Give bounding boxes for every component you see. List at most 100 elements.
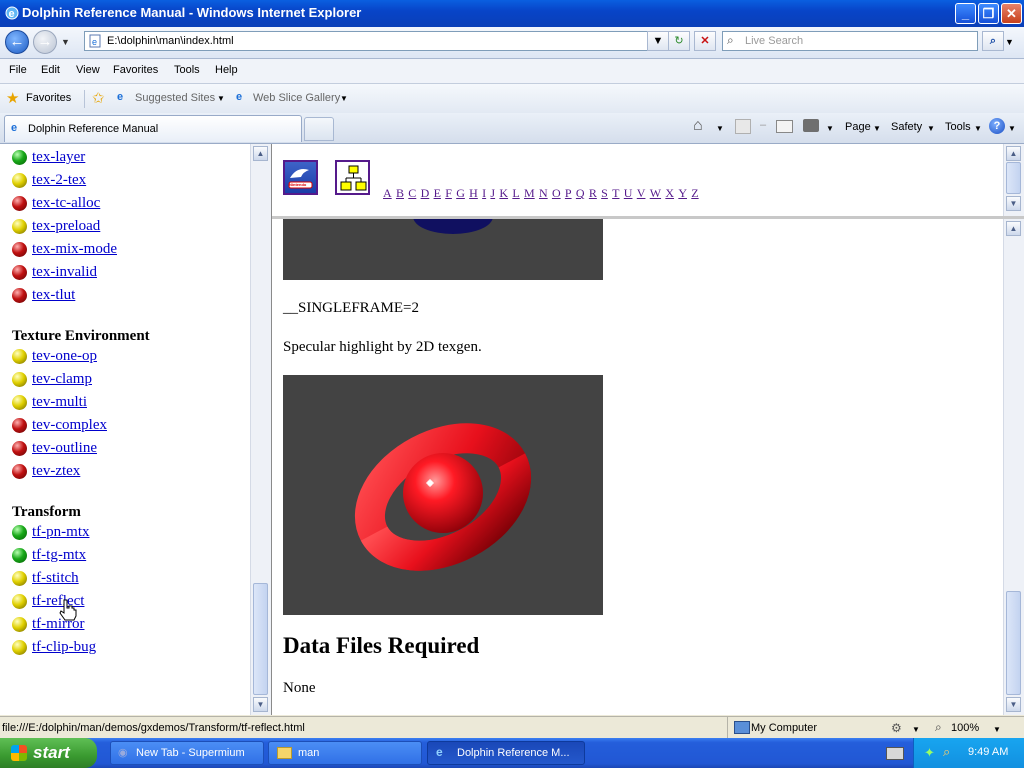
alphabet-link-h[interactable]: H xyxy=(469,186,478,200)
nav-link-tev-one-op[interactable]: tev-one-op xyxy=(32,348,97,365)
search-box[interactable]: ⌕ Live Search xyxy=(722,31,978,51)
nav-link-tex-2-tex[interactable]: tex-2-tex xyxy=(32,172,86,189)
nav-link-tex-tlut[interactable]: tex-tlut xyxy=(32,287,75,304)
taskbar-item-dolphin[interactable]: e Dolphin Reference M... xyxy=(427,741,585,765)
alphabet-link-z[interactable]: Z xyxy=(691,186,698,200)
scroll-up-button[interactable]: ▲ xyxy=(253,146,268,161)
menu-view[interactable]: View xyxy=(76,64,100,76)
alphabet-link-c[interactable]: C xyxy=(408,186,416,200)
alphabet-link-p[interactable]: P xyxy=(565,186,572,200)
alphabet-link-l[interactable]: L xyxy=(512,186,519,200)
add-favorite-icon[interactable]: ✩ xyxy=(92,89,105,107)
alphabet-link-q[interactable]: Q xyxy=(576,186,585,200)
suggested-sites-link[interactable]: Suggested Sites xyxy=(135,92,215,104)
chevron-down-icon[interactable]: ▼ xyxy=(826,124,834,133)
alphabet-link-r[interactable]: R xyxy=(589,186,597,200)
zoom-level[interactable]: 100% xyxy=(951,722,979,734)
clock[interactable]: 9:49 AM xyxy=(968,746,1008,758)
dolphin-logo-link[interactable]: Nintendo xyxy=(283,160,318,195)
alphabet-link-u[interactable]: U xyxy=(624,186,633,200)
nav-link-tex-preload[interactable]: tex-preload xyxy=(32,218,100,235)
menu-edit[interactable]: Edit xyxy=(41,64,60,76)
alphabet-link-m[interactable]: M xyxy=(524,186,535,200)
alphabet-link-o[interactable]: O xyxy=(552,186,561,200)
alphabet-link-t[interactable]: T xyxy=(612,186,619,200)
back-button[interactable]: ← xyxy=(5,30,29,54)
taskbar-item-supermium[interactable]: ◉ New Tab - Supermium xyxy=(110,741,264,765)
chevron-down-icon[interactable]: ▼ xyxy=(927,124,935,133)
print-icon[interactable] xyxy=(803,119,819,132)
left-frame-scrollbar[interactable]: ▲ ▼ xyxy=(250,144,271,715)
alphabet-link-w[interactable]: W xyxy=(650,186,661,200)
alphabet-link-y[interactable]: Y xyxy=(678,186,687,200)
chevron-down-icon[interactable]: ▼ xyxy=(340,94,348,103)
scroll-down-button[interactable]: ▼ xyxy=(1006,196,1021,211)
stop-button[interactable]: ✕ xyxy=(694,31,716,51)
home-icon[interactable]: ⌂ xyxy=(693,117,703,135)
scroll-thumb[interactable] xyxy=(1006,162,1021,194)
alphabet-link-a[interactable]: A xyxy=(383,186,392,200)
nav-link-tex-tc-alloc[interactable]: tex-tc-alloc xyxy=(32,195,100,212)
chevron-down-icon[interactable]: ▼ xyxy=(1008,124,1016,133)
nav-link-tf-tg-mtx[interactable]: tf-tg-mtx xyxy=(32,547,86,564)
new-tab-button[interactable] xyxy=(304,117,334,141)
alphabet-link-f[interactable]: F xyxy=(445,186,452,200)
scroll-up-button[interactable]: ▲ xyxy=(1006,221,1021,236)
refresh-button[interactable]: ↻ xyxy=(668,31,690,51)
nav-link-tf-pn-mtx[interactable]: tf-pn-mtx xyxy=(32,524,90,541)
chevron-down-icon[interactable]: ▼ xyxy=(873,124,881,133)
search-options-dropdown[interactable]: ▼ xyxy=(1005,37,1014,47)
scroll-thumb[interactable] xyxy=(253,583,268,695)
alphabet-link-j[interactable]: J xyxy=(490,186,495,200)
safety-menu-button[interactable]: Safety xyxy=(891,121,922,133)
network-icon[interactable]: ✦ xyxy=(924,745,935,761)
alphabet-link-s[interactable]: S xyxy=(601,186,608,200)
alphabet-link-x[interactable]: X xyxy=(665,186,674,200)
alphabet-link-d[interactable]: D xyxy=(421,186,430,200)
alphabet-link-i[interactable]: I xyxy=(482,186,486,200)
menu-help[interactable]: Help xyxy=(215,64,238,76)
nav-link-tex-invalid[interactable]: tex-invalid xyxy=(32,264,97,281)
tools-menu-button[interactable]: Tools xyxy=(945,121,971,133)
top-frame-scrollbar[interactable]: ▲ ▼ xyxy=(1003,144,1024,216)
start-button[interactable]: start xyxy=(0,738,97,768)
menu-file[interactable]: File xyxy=(9,64,27,76)
address-dropdown[interactable]: ▼ xyxy=(647,31,669,51)
scroll-up-button[interactable]: ▲ xyxy=(1006,146,1021,161)
nav-link-tev-multi[interactable]: tev-multi xyxy=(32,394,87,411)
nav-link-tf-stitch[interactable]: tf-stitch xyxy=(32,570,79,587)
scroll-down-button[interactable]: ▼ xyxy=(253,697,268,712)
alphabet-link-e[interactable]: E xyxy=(434,186,441,200)
alphabet-link-b[interactable]: B xyxy=(396,186,404,200)
chevron-down-icon[interactable]: ▼ xyxy=(993,725,1001,734)
help-icon[interactable]: ? xyxy=(989,118,1005,134)
page-menu-button[interactable]: Page xyxy=(845,121,871,133)
chevron-down-icon[interactable]: ▼ xyxy=(974,124,982,133)
forward-button[interactable]: → xyxy=(33,30,57,54)
scroll-thumb[interactable] xyxy=(1006,591,1021,695)
web-slice-gallery-link[interactable]: Web Slice Gallery xyxy=(253,92,340,104)
alphabet-link-v[interactable]: V xyxy=(637,186,646,200)
chevron-down-icon[interactable]: ▼ xyxy=(217,94,225,103)
site-map-link[interactable] xyxy=(335,160,370,195)
maximize-button[interactable]: ❐ xyxy=(978,3,999,24)
keyboard-icon[interactable] xyxy=(886,747,904,760)
favorites-button[interactable]: Favorites xyxy=(26,92,71,104)
close-button[interactable]: ✕ xyxy=(1001,3,1022,24)
recent-pages-dropdown[interactable]: ▼ xyxy=(61,37,70,47)
nav-link-tf-clip-bug[interactable]: tf-clip-bug xyxy=(32,639,96,656)
main-frame-scrollbar[interactable]: ▲ ▼ xyxy=(1003,219,1024,715)
chevron-down-icon[interactable]: ▼ xyxy=(716,124,724,133)
alphabet-link-g[interactable]: G xyxy=(456,186,465,200)
minimize-button[interactable]: _ xyxy=(955,3,976,24)
nav-link-tev-complex[interactable]: tev-complex xyxy=(32,417,107,434)
alphabet-link-k[interactable]: K xyxy=(499,186,508,200)
feeds-icon[interactable] xyxy=(735,119,751,134)
nav-link-tev-outline[interactable]: tev-outline xyxy=(32,440,97,457)
read-mail-icon[interactable] xyxy=(776,120,793,133)
alphabet-link-n[interactable]: N xyxy=(539,186,548,200)
protected-mode-icon[interactable]: ⚙ xyxy=(891,721,902,735)
nav-link-tex-layer[interactable]: tex-layer xyxy=(32,149,85,166)
chevron-down-icon[interactable]: ▼ xyxy=(912,725,920,734)
nav-link-tev-clamp[interactable]: tev-clamp xyxy=(32,371,92,388)
